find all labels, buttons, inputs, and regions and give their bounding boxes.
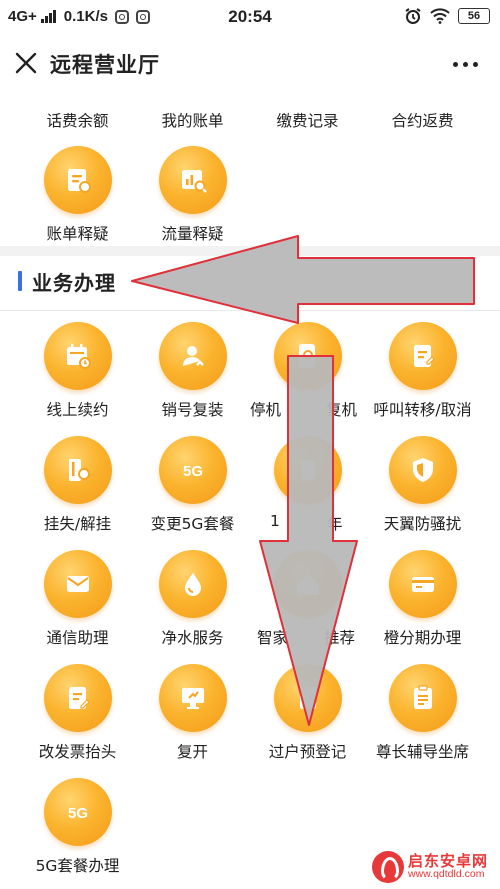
card-lock-icon[interactable]	[44, 436, 112, 504]
user-reply-icon[interactable]	[159, 322, 227, 390]
service-label[interactable]: 通信助理	[15, 626, 140, 648]
nav-bar: 远程营业厅	[0, 34, 500, 92]
data-inquiry-label[interactable]: 流量释疑	[130, 222, 255, 244]
forward-doc-icon[interactable]	[389, 322, 457, 390]
service-label[interactable]: 改发票抬头	[15, 740, 140, 762]
svg-text:5G: 5G	[68, 805, 88, 822]
status-right: 56	[404, 7, 490, 25]
home-icon[interactable]	[274, 550, 342, 618]
bill-doc-icon[interactable]	[44, 146, 112, 214]
close-icon[interactable]	[13, 50, 39, 76]
service-label[interactable]: 挂失/解挂	[15, 512, 140, 534]
monitor-restart-icon[interactable]	[159, 664, 227, 732]
service-label[interactable]: 智家	[257, 626, 297, 648]
5g-icon[interactable]: 5G	[159, 436, 227, 504]
section-accent-bar	[18, 271, 22, 291]
unknown-icon[interactable]	[274, 436, 342, 504]
contract-rebate-label[interactable]: 合约返费	[360, 109, 485, 131]
alarm-icon	[405, 8, 421, 24]
service-label[interactable]: 尊长辅导坐席	[360, 740, 485, 762]
watermark: 启东安卓网 www.qdtdld.com	[372, 850, 488, 884]
watermark-logo-icon	[372, 851, 404, 883]
5g-icon[interactable]: 5G	[44, 778, 112, 846]
water-drop-icon[interactable]	[159, 550, 227, 618]
service-label[interactable]: 5G套餐办理	[15, 854, 140, 876]
credit-card-icon[interactable]	[389, 550, 457, 618]
battery-icon: 56	[458, 8, 490, 24]
service-label-part[interactable]: 推荐	[324, 626, 364, 648]
section-header: 业务办理	[0, 254, 500, 310]
status-bar: 4G+ 0.1K/s 20:54 56	[0, 0, 500, 34]
service-label[interactable]: 呼叫转移/取消	[360, 398, 485, 420]
watermark-brand: 启东安卓网	[408, 851, 489, 870]
phone-search-icon[interactable]	[274, 322, 342, 390]
invoice-edit-icon[interactable]	[44, 664, 112, 732]
more-icon[interactable]	[453, 62, 478, 67]
my-bill-label[interactable]: 我的账单	[130, 109, 255, 131]
page-title: 远程营业厅	[50, 53, 160, 77]
calendar-clock-icon[interactable]	[44, 322, 112, 390]
wifi-icon	[430, 8, 450, 24]
watermark-url: www.qdtdld.com	[408, 868, 485, 881]
service-label-part[interactable]: 年	[327, 512, 357, 534]
service-label[interactable]: 过户预登记	[245, 740, 370, 762]
service-label[interactable]: 线上续约	[15, 398, 140, 420]
transfer-doc-icon[interactable]	[274, 664, 342, 732]
service-label[interactable]: 天翼防骚扰	[360, 512, 485, 534]
payment-record-label[interactable]: 缴费记录	[245, 109, 370, 131]
service-label[interactable]: 1	[270, 512, 300, 530]
service-label[interactable]: 停机	[250, 398, 300, 420]
shield-icon[interactable]	[389, 436, 457, 504]
data-chart-icon[interactable]	[159, 146, 227, 214]
service-label[interactable]: 净水服务	[130, 626, 255, 648]
mail-icon[interactable]	[44, 550, 112, 618]
bill-inquiry-label[interactable]: 账单释疑	[15, 222, 140, 244]
section-title: 业务办理	[32, 271, 116, 295]
service-label[interactable]: 销号复装	[130, 398, 255, 420]
service-label[interactable]: 变更5G套餐	[130, 512, 255, 534]
service-label[interactable]: 橙分期办理	[360, 626, 485, 648]
balance-label[interactable]: 话费余额	[15, 109, 140, 131]
clipboard-icon[interactable]	[389, 664, 457, 732]
service-label[interactable]: 复开	[130, 740, 255, 762]
section-divider	[0, 310, 500, 311]
svg-text:5G: 5G	[183, 463, 203, 480]
